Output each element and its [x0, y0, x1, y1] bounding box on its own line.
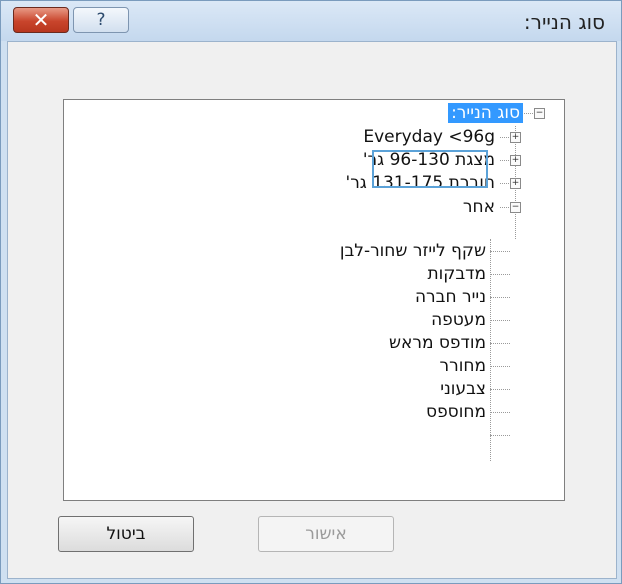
- tree-root[interactable]: סוג הנייר:: [448, 101, 523, 125]
- paper-type-tree[interactable]: − סוג הנייר: + Everyday <96g + מצגת 96-1…: [63, 99, 565, 501]
- tree-item-other[interactable]: אחר: [463, 195, 495, 219]
- title-bar: ✕ ? סוג הנייר:: [1, 1, 621, 41]
- dialog-body: − סוג הנייר: + Everyday <96g + מצגת 96-1…: [7, 41, 617, 579]
- tree-connector: [490, 239, 491, 461]
- tree-item-prepunched[interactable]: מחורר: [440, 354, 486, 378]
- tree-connector: [490, 366, 510, 367]
- tree-connector: [490, 297, 510, 298]
- tree-connector: [490, 320, 510, 321]
- tree-connector: [524, 113, 533, 114]
- collapse-icon[interactable]: −: [534, 108, 545, 119]
- expand-icon[interactable]: +: [510, 155, 521, 166]
- tree-connector: [500, 137, 509, 138]
- tree-connector: [490, 389, 510, 390]
- tree-connector: [490, 435, 510, 436]
- tree-item-colored[interactable]: צבעוני: [440, 377, 486, 401]
- expand-icon[interactable]: +: [510, 132, 521, 143]
- tree-item-rough[interactable]: מחוספס: [426, 400, 486, 424]
- tree-item-laser-transparency[interactable]: שקף לייזר שחור-לבן: [340, 239, 486, 263]
- expand-icon[interactable]: +: [510, 178, 521, 189]
- close-button[interactable]: ✕: [13, 7, 69, 33]
- help-button[interactable]: ?: [73, 7, 129, 33]
- tree-connector: [490, 251, 510, 252]
- tree-connector: [500, 207, 509, 208]
- cancel-button[interactable]: ביטול: [58, 516, 194, 552]
- tree-item-preprinted[interactable]: מודפס מראש: [389, 331, 486, 355]
- highlight-box: [372, 150, 488, 188]
- tree-connector: [500, 183, 509, 184]
- tree-item-letterhead[interactable]: נייר חברה: [415, 285, 486, 309]
- tree-connector: [490, 412, 510, 413]
- tree-root-label: סוג הנייר:: [448, 103, 523, 123]
- tree-item-labels[interactable]: מדבקות: [427, 262, 486, 286]
- paper-type-dialog: ✕ ? סוג הנייר: − סוג הנייר: + Everyday <…: [0, 0, 622, 584]
- tree-item-envelope[interactable]: מעטפה: [431, 308, 486, 332]
- tree-connector: [500, 160, 509, 161]
- tree-connector: [490, 274, 510, 275]
- tree-connector: [490, 343, 510, 344]
- tree-item-everyday[interactable]: Everyday <96g: [363, 125, 495, 149]
- window-title: סוג הנייר:: [523, 10, 605, 34]
- collapse-icon[interactable]: −: [510, 202, 521, 213]
- ok-button[interactable]: אישור: [258, 516, 394, 552]
